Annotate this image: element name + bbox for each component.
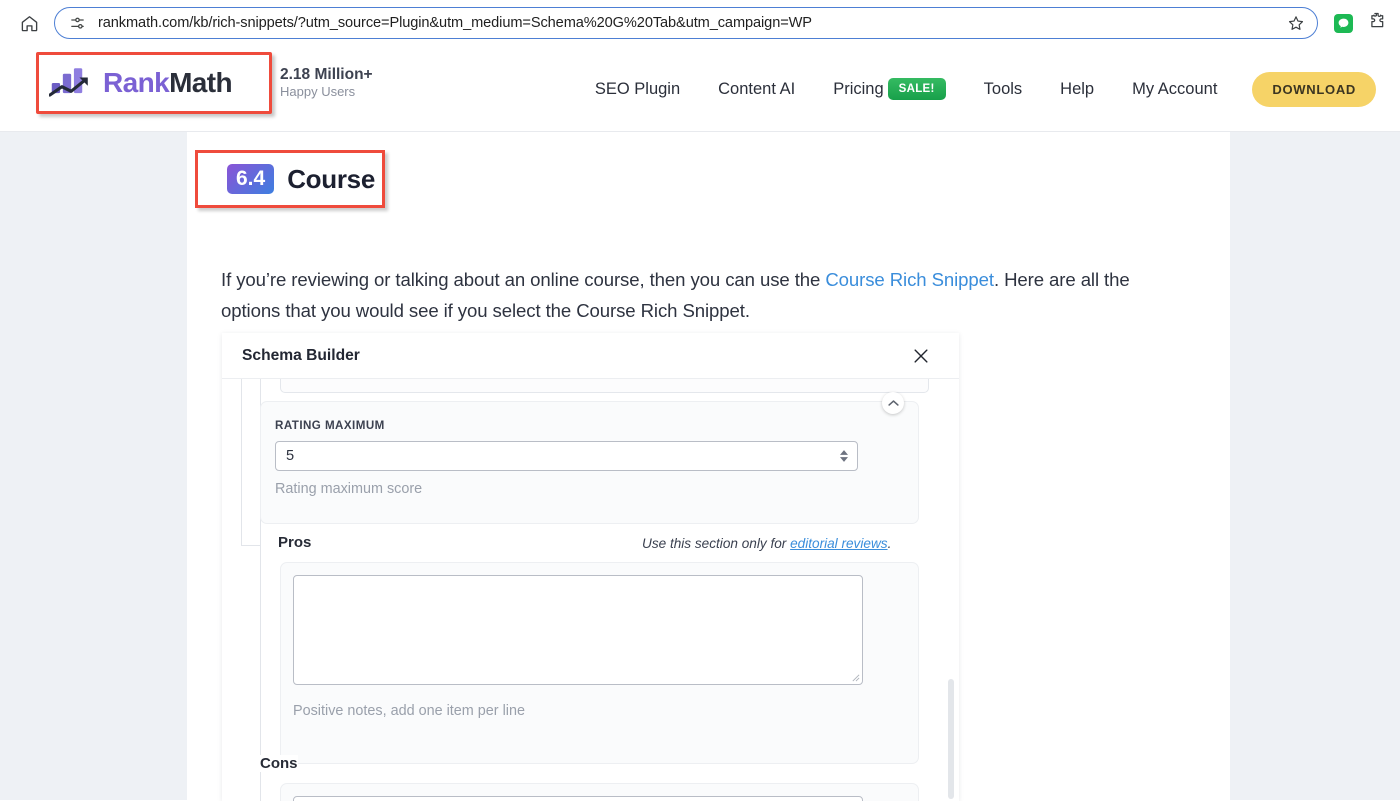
- nav-label: SEO Plugin: [594, 79, 681, 98]
- extensions-area: [1334, 11, 1386, 35]
- section-number-badge: 6.4: [227, 163, 275, 195]
- happy-users-label: Happy Users: [280, 84, 356, 100]
- nav-item-content-ai[interactable]: Content AI: [699, 80, 814, 99]
- tree-rail-outer-elbow: [241, 545, 260, 546]
- rating-maximum-label: RATING MAXIMUM: [275, 419, 385, 432]
- section-heading-highlight-box: 6.4 Course: [195, 150, 385, 208]
- rating-maximum-value: 5: [286, 448, 295, 464]
- partially-visible-field[interactable]: [280, 379, 929, 393]
- puzzle-piece-icon[interactable]: [1367, 11, 1386, 35]
- pros-help: Positive notes, add one item per line: [293, 703, 525, 719]
- schema-builder-modal: Schema Builder RATING MAXIMUM 5 Rating m…: [222, 333, 959, 801]
- pros-note: Use this section only for editorial revi…: [642, 536, 891, 551]
- intro-paragraph: If you’re reviewing or talking about an …: [221, 265, 1186, 327]
- sale-badge: SALE!: [887, 78, 946, 100]
- nav-item-seo-plugin[interactable]: SEO Plugin: [576, 80, 699, 99]
- nav-label: Pricing: [833, 79, 884, 98]
- nav-label: My Account: [1132, 79, 1218, 98]
- pros-note-prefix: Use this section only for: [642, 536, 791, 551]
- logo-highlight-box: RankMath: [36, 52, 272, 114]
- editorial-reviews-link[interactable]: editorial reviews: [790, 536, 887, 551]
- download-button[interactable]: DOWNLOAD: [1252, 71, 1376, 107]
- site-header: RankMath 2.18 Million+ Happy Users SEO P…: [0, 46, 1400, 132]
- close-icon[interactable]: [910, 345, 932, 367]
- browser-toolbar: rankmath.com/kb/rich-snippets/?utm_sourc…: [0, 0, 1400, 46]
- rating-maximum-group: RATING MAXIMUM 5 Rating maximum score: [260, 392, 919, 524]
- happy-users-count: 2.18 Million+: [280, 66, 373, 83]
- nav-label: Help: [1060, 79, 1095, 98]
- nav-item-my-account[interactable]: My Account: [1113, 80, 1236, 99]
- page-title: Course: [287, 163, 375, 194]
- happy-users-block: 2.18 Million+ Happy Users: [280, 66, 373, 100]
- url-text: rankmath.com/kb/rich-snippets/?utm_sourc…: [98, 15, 812, 31]
- cons-field-wrap: [280, 783, 919, 801]
- spinner-up-down-icon[interactable]: [840, 450, 848, 462]
- rating-maximum-help: Rating maximum score: [275, 481, 423, 497]
- modal-scrollbar[interactable]: [948, 679, 954, 799]
- cons-label: Cons: [260, 755, 298, 772]
- nav-label: Content AI: [718, 79, 796, 98]
- modal-title: Schema Builder: [242, 346, 360, 364]
- rating-maximum-input[interactable]: 5: [275, 441, 858, 471]
- modal-titlebar: Schema Builder: [222, 333, 959, 379]
- pros-textarea[interactable]: [293, 575, 863, 685]
- resize-grip-icon[interactable]: [851, 673, 860, 682]
- star-icon[interactable]: [1287, 14, 1305, 32]
- paragraph-text-part1: If you’re reviewing or talking about an …: [221, 269, 826, 290]
- logo-wordmark[interactable]: RankMath: [103, 67, 233, 99]
- bar-chart-arrow-icon: [49, 66, 97, 100]
- pros-label: Pros: [278, 534, 312, 551]
- nav-item-tools[interactable]: Tools: [965, 80, 1042, 99]
- address-bar[interactable]: rankmath.com/kb/rich-snippets/?utm_sourc…: [54, 7, 1318, 39]
- main-navigation: SEO Plugin Content AI Pricing SALE! Tool…: [576, 46, 1376, 132]
- logo-rank-text: Rank: [103, 67, 170, 98]
- nav-label: Tools: [983, 79, 1023, 98]
- page-viewport: RankMath 2.18 Million+ Happy Users SEO P…: [0, 46, 1400, 801]
- modal-body: RATING MAXIMUM 5 Rating maximum score Pr…: [222, 379, 959, 801]
- chat-bubble-icon[interactable]: [1334, 13, 1353, 33]
- tree-rail-outer: [241, 379, 242, 545]
- pros-note-suffix: .: [887, 536, 892, 551]
- collapse-handle-icon[interactable]: [882, 392, 904, 414]
- cons-textarea[interactable]: [293, 796, 863, 801]
- article-content: 6.4 Course If you’re reviewing or talkin…: [187, 132, 1230, 801]
- pros-field-wrap: Positive notes, add one item per line: [280, 562, 919, 764]
- nav-item-pricing[interactable]: Pricing SALE!: [814, 78, 964, 100]
- home-icon[interactable]: [14, 8, 44, 38]
- nav-item-help[interactable]: Help: [1041, 80, 1113, 99]
- course-rich-snippet-link[interactable]: Course Rich Snippet: [825, 269, 994, 290]
- logo-math-text: Math: [169, 67, 233, 98]
- site-settings-icon[interactable]: [69, 15, 86, 32]
